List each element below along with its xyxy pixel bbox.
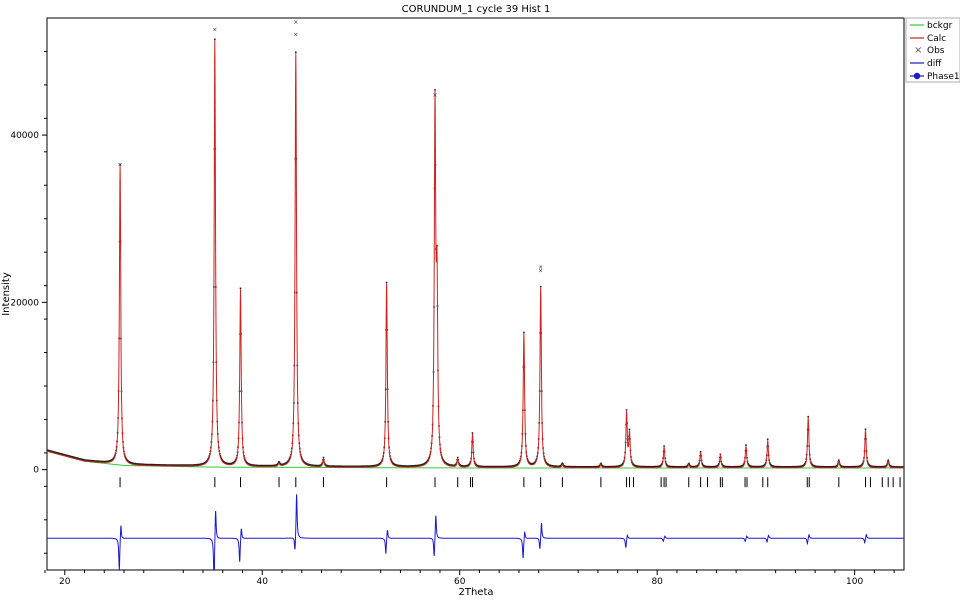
- obs-outlier-2: ×: [293, 32, 298, 39]
- x-tick-label-4: 100: [846, 577, 863, 587]
- legend-phase1-dot: [913, 72, 921, 80]
- obs-outlier-1: ×: [293, 19, 298, 26]
- x-tick-label-1: 40: [257, 577, 269, 587]
- legend-obs-label: Obs: [927, 46, 945, 56]
- legend-bckgr-label: bckgr: [927, 21, 953, 31]
- x-axis-label: 2Theta: [458, 587, 493, 598]
- legend: bckgr Calc × Obs diff Phase1: [905, 17, 960, 83]
- plot-window: CORUNDUM_1 cycle 39 Hist 1 × × × × × × × 20 40 6…: [0, 0, 960, 598]
- x-tick-label-0: 20: [59, 577, 71, 587]
- obs-outlier-5: ×: [538, 268, 543, 275]
- legend-obs-marker: ×: [914, 45, 922, 56]
- x-tick-label-3: 80: [651, 577, 663, 587]
- legend-calc-label: Calc: [927, 34, 946, 44]
- y-tick-label-1: 20000: [10, 298, 39, 308]
- obs-outlier-6: ×: [118, 161, 123, 168]
- chart-title: CORUNDUM_1 cycle 39 Hist 1: [402, 4, 551, 15]
- obs-outlier-3: ×: [433, 92, 438, 99]
- x-tick-label-2: 60: [454, 577, 466, 587]
- y-tick-label-2: 40000: [10, 131, 39, 141]
- y-axis-label: Intensity: [1, 272, 12, 316]
- y-tick-label-0: 0: [33, 466, 39, 476]
- legend-phase1-label: Phase1: [927, 72, 960, 82]
- legend-diff-label: diff: [927, 59, 942, 69]
- powder-diffraction-chart: CORUNDUM_1 cycle 39 Hist 1 × × × × × × × 20 40 6…: [0, 0, 960, 598]
- legend-entry-obs: × Obs: [914, 45, 945, 56]
- obs-outlier-0: ×: [212, 27, 217, 34]
